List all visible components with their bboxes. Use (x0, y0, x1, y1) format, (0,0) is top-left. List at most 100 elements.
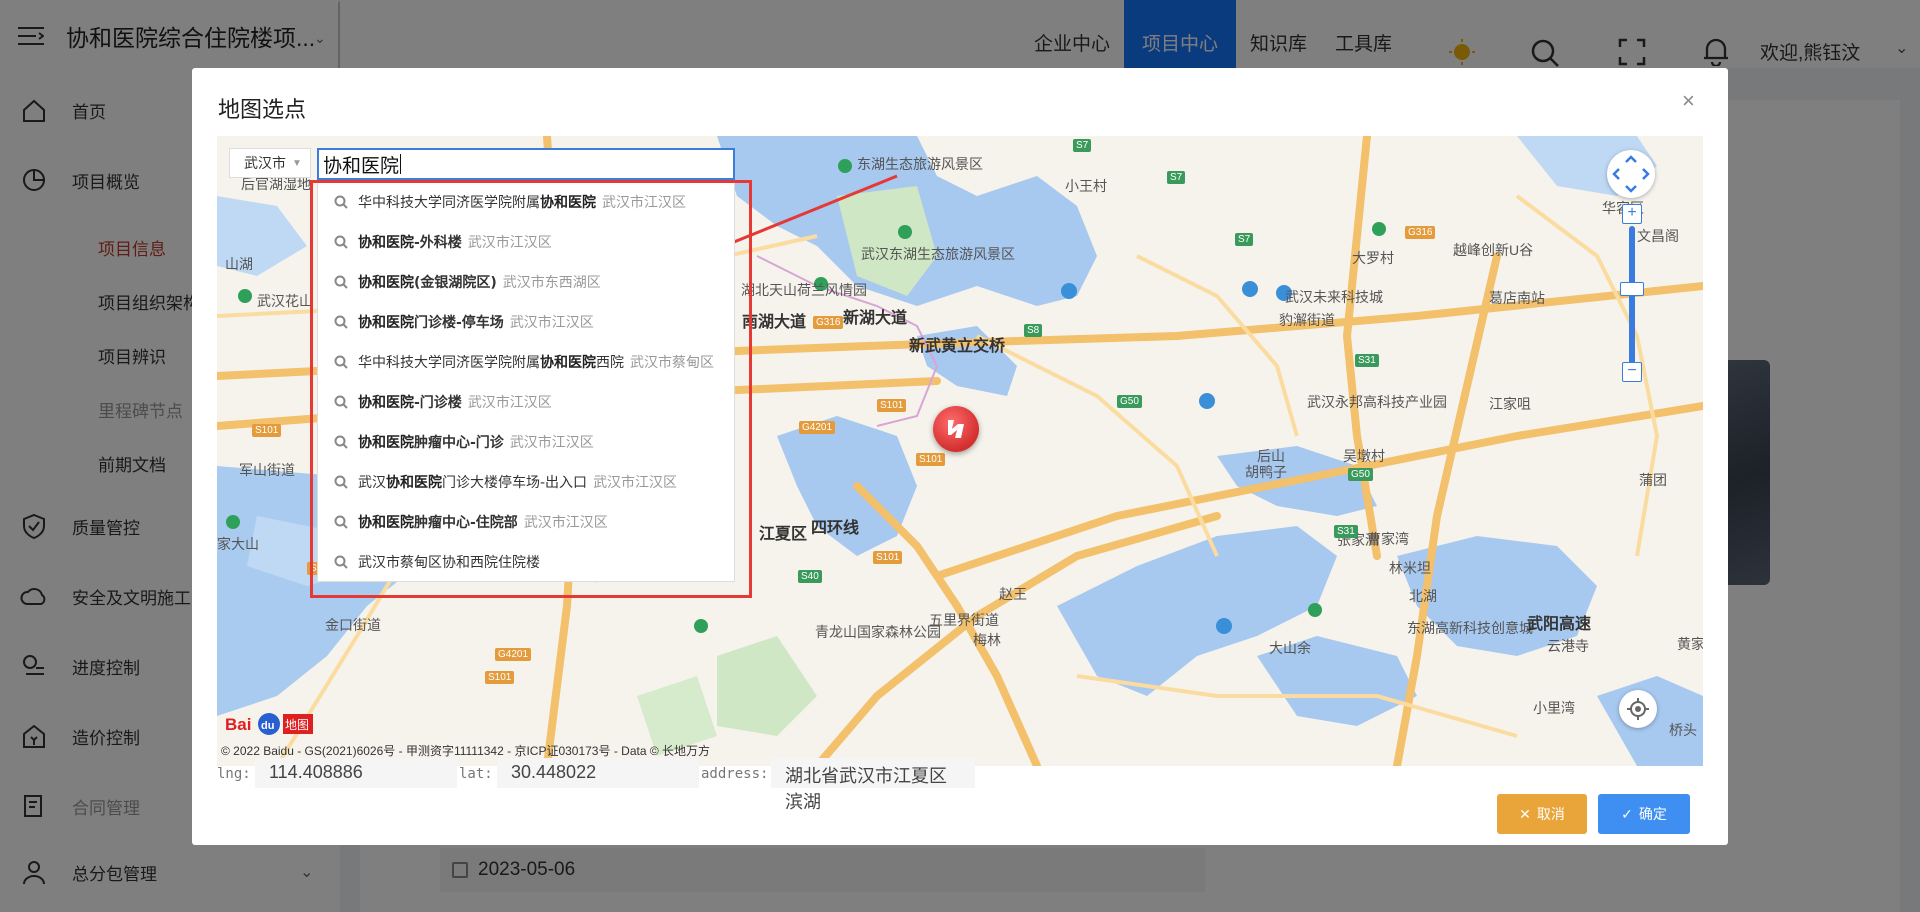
map-place-label: 大罗村 (1352, 250, 1394, 266)
suggestion-match: 协和医院 (540, 355, 596, 371)
city-select[interactable]: 武汉市 ▼ (229, 148, 311, 178)
suggestion-district: 武汉市江汉区 (467, 395, 552, 411)
suggestion-district: 武汉市江汉区 (602, 195, 686, 211)
road-shield: S31 (1334, 525, 1358, 538)
map-place-label: 新湖大道 (843, 310, 908, 327)
dialog-title: 地图选点 (218, 97, 307, 122)
search-icon (334, 195, 348, 209)
map-place-label: 南湖大道 (742, 314, 807, 331)
map-place-label: 江夏区 (759, 526, 808, 543)
map-place-label: 越峰创新U谷 (1453, 242, 1534, 258)
map-canvas[interactable]: 后官湖湿地 山湖 武汉花山 军山街道 家大山 金口街道 新湖大道 东湖生态旅游风景区 武汉东湖生… (217, 136, 1703, 766)
map-picker-dialog: 地图选点 × 后官湖湿地 山湖 武汉花山 军山街道 家大山 金口街道 新湖大道 … (192, 68, 1728, 845)
suggestion-suffix: 门诊楼-停车场 (414, 315, 504, 331)
zoom-in-button[interactable]: + (1622, 204, 1642, 224)
map-place-label: 军山街道 (239, 462, 295, 478)
map-place-label: 葛店南站 (1489, 290, 1545, 306)
map-place-label: 武汉永邦高科技产业园 (1307, 394, 1447, 410)
map-place-label: 大山余 (1269, 640, 1311, 656)
suggestion-item[interactable]: 协和医院肿瘤中心-门诊 武汉市江汉区 (318, 422, 736, 462)
suggestion-name: 协和医院门诊楼-停车场 (358, 312, 504, 332)
suggestion-name: 协和医院-门诊楼 (358, 392, 462, 412)
suggestion-district: 武汉市蔡甸区 (630, 355, 714, 371)
lng-label: lng: (217, 766, 251, 782)
zoom-slider-track[interactable] (1629, 226, 1635, 376)
map-place-label: 武汉东湖生态旅游风景区 (861, 246, 1015, 262)
suggestion-suffix: 肿瘤中心-住院部 (414, 515, 518, 531)
geolocate-button[interactable] (1619, 690, 1657, 728)
suggestion-name: 协和医院(金银湖院区) (358, 272, 497, 292)
close-icon: ✕ (1519, 805, 1531, 822)
road-shield: S101 (873, 551, 903, 564)
suggestion-item[interactable]: 协和医院-门诊楼 武汉市江汉区 (318, 382, 736, 422)
place-search-input[interactable]: 协和医院 (317, 148, 735, 180)
map-place-label: 云港寺 (1547, 638, 1589, 654)
suggestion-item[interactable]: 协和医院肿瘤中心-住院部 武汉市江汉区 (318, 502, 736, 542)
search-icon (334, 355, 348, 369)
map-place-label: 金口街道 (325, 617, 381, 633)
zoom-slider-handle[interactable] (1620, 282, 1644, 296)
search-suggestions: 华中科技大学同济医学院附属协和医院 武汉市江汉区 协和医院-外科楼 武汉市江汉区 协和医… (317, 180, 735, 582)
map-place-label: 赵王 (999, 586, 1027, 602)
suggestion-item[interactable]: 武汉协和医院门诊大楼停车场-出入口 武汉市江汉区 (318, 462, 736, 502)
suggestion-item[interactable]: 协和医院-外科楼 武汉市江汉区 (318, 222, 736, 262)
road-shield: S7 (1167, 171, 1186, 184)
confirm-button[interactable]: ✓ 确定 (1598, 794, 1690, 834)
address-label: address: (701, 766, 769, 782)
map-place-label: 吴墩村 (1343, 448, 1385, 464)
map-place-label: 湖北天山荷兰风情园 (741, 282, 867, 298)
suggestion-suffix: 西院 (596, 355, 624, 371)
lat-label: lat: (459, 766, 493, 782)
map-place-label: 五里界街道 (929, 612, 999, 628)
address-field[interactable]: 湖北省武汉市江夏区滨湖 (771, 758, 975, 812)
map-place-label: 武汉未来科技城 (1285, 289, 1383, 305)
suggestion-district: 武汉市江汉区 (509, 435, 594, 451)
suggestion-suffix: 肿瘤中心-门诊 (414, 435, 504, 451)
map-place-label: 武阳高速 (1527, 616, 1592, 633)
suggestion-match: 协和医院 (358, 515, 414, 531)
map-place-label: 蒲团 (1639, 472, 1667, 488)
road-shield: S101 (485, 671, 515, 684)
confirm-label: 确定 (1638, 806, 1667, 822)
suggestion-name: 协和医院肿瘤中心-住院部 (358, 512, 518, 532)
suggestion-item[interactable]: 华中科技大学同济医学院附属协和医院 武汉市江汉区 (318, 182, 736, 222)
map-place-label: 家大山 (217, 536, 259, 552)
map-place-label: 文昌阁 (1637, 228, 1679, 244)
suggestion-match: 协和医院 (386, 475, 442, 491)
suggestion-item[interactable]: 协和医院门诊楼-停车场 武汉市江汉区 (318, 302, 736, 342)
lng-field[interactable]: 114.408886 (255, 758, 457, 788)
suggestion-match: 协和医院 (358, 395, 414, 411)
city-select-value: 武汉市 (244, 155, 286, 171)
map-place-label: 北湖 (1409, 588, 1437, 604)
map-place-label: 胡鸭子 (1245, 464, 1287, 480)
suggestion-match: 协和医院 (358, 235, 414, 251)
search-icon (334, 475, 348, 489)
search-icon (334, 435, 348, 449)
map-copyright: © 2022 Baidu - GS(2021)6026号 - 甲测资字11111… (221, 744, 711, 758)
suggestion-item[interactable]: 武汉市蔡甸区协和西院住院楼 (318, 542, 736, 582)
close-icon[interactable]: × (1682, 88, 1695, 114)
cancel-button[interactable]: ✕ 取消 (1497, 794, 1587, 834)
map-place-label: 东湖生态旅游风景区 (857, 156, 983, 172)
road-shield: S40 (798, 570, 822, 583)
suggestion-item[interactable]: 华中科技大学同济医学院附属协和医院西院 武汉市蔡甸区 (318, 342, 736, 382)
road-shield: S101 (252, 424, 282, 437)
suggestion-district: 武汉市江汉区 (593, 475, 678, 491)
map-place-label: 梅林 (973, 632, 1001, 648)
suggestion-item[interactable]: 协和医院(金银湖院区) 武汉市东西湖区 (318, 262, 736, 302)
suggestion-district: 武汉市江汉区 (467, 235, 552, 251)
suggestion-suffix: -外科楼 (414, 235, 462, 251)
location-marker[interactable] (933, 406, 979, 452)
suggestion-name: 武汉协和医院门诊大楼停车场-出入口 (358, 472, 587, 492)
map-place-label: 豹澥街道 (1279, 312, 1335, 328)
lat-field[interactable]: 30.448022 (497, 758, 699, 788)
suggestion-match: 协和医院 (358, 315, 414, 331)
map-place-label: 东湖高新科技创意城 (1407, 620, 1533, 636)
map-place-label: 新武黄立交桥 (909, 338, 1006, 355)
road-shield: S7 (1073, 139, 1092, 152)
coordinate-row: lng: 114.408886 lat: 30.448022 address: … (217, 758, 1703, 812)
map-place-label: 武汉花山 (257, 293, 313, 309)
zoom-out-button[interactable]: − (1622, 362, 1642, 382)
pan-control[interactable] (1607, 150, 1655, 198)
map-place-label: 桥头 (1669, 722, 1697, 738)
